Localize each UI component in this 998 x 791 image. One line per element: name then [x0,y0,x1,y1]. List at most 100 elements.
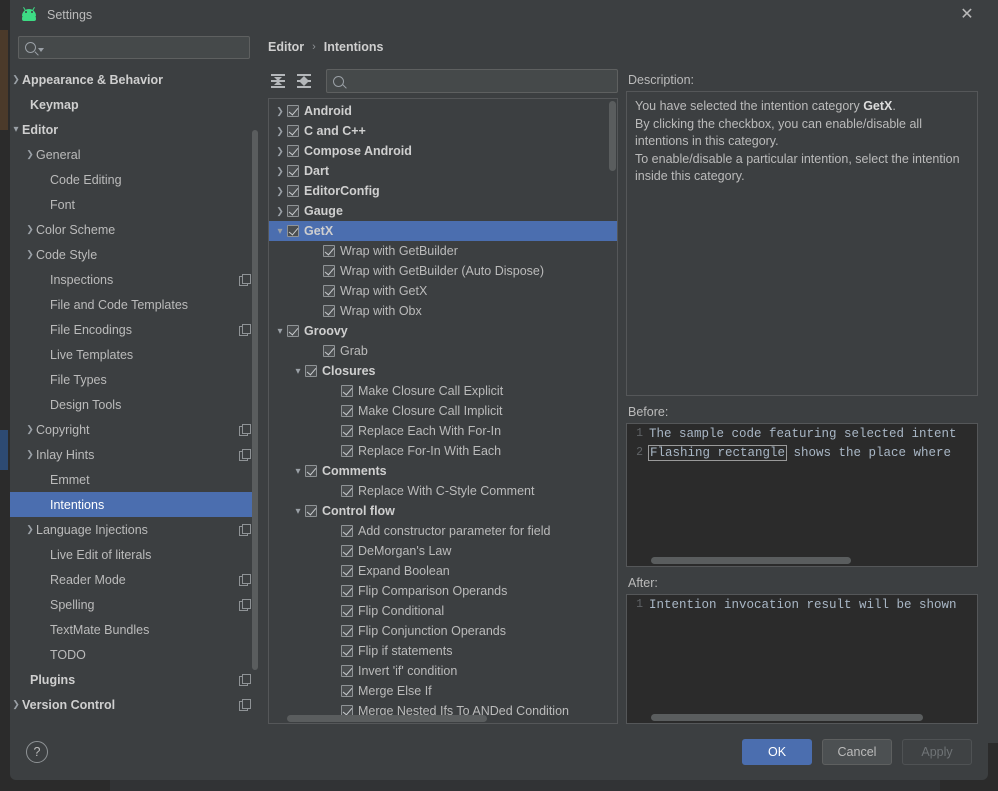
tree-item-add-constructor-parameter-for-field[interactable]: Add constructor parameter for field [269,521,617,541]
intentions-search-field[interactable] [326,69,618,93]
before-code-box[interactable]: 1 The sample code featuring selected int… [626,423,978,567]
sidebar-item-appearance-behavior[interactable]: ❯ Appearance & Behavior [10,67,258,92]
tree-item-flip-if-statements[interactable]: Flip if statements [269,641,617,661]
close-icon[interactable]: ✕ [956,5,978,25]
tree-item-make-closure-call-implicit[interactable]: Make Closure Call Implicit [269,401,617,421]
tree-item-groovy[interactable]: ▾ Groovy [269,321,617,341]
tree-item-flip-conditional[interactable]: Flip Conditional [269,601,617,621]
sidebar-item-language-injections[interactable]: ❯ Language Injections [10,517,258,542]
intentions-search-input[interactable] [350,74,611,88]
sidebar-item-color-scheme[interactable]: ❯ Color Scheme [10,217,258,242]
chevron-right-icon[interactable]: ❯ [24,524,36,535]
tree-item-wrap-with-obx[interactable]: Wrap with Obx [269,301,617,321]
tree-item-wrap-with-getx[interactable]: Wrap with GetX [269,281,617,301]
tree-item-demorgan-s-law[interactable]: DeMorgan's Law [269,541,617,561]
tree-item-checkbox[interactable] [305,465,317,477]
intentions-tree-hscrollbar[interactable] [287,715,487,722]
tree-item-comments[interactable]: ▾ Comments [269,461,617,481]
after-code-hscrollbar[interactable] [651,714,923,721]
tree-item-wrap-with-getbuilder-auto-dispose[interactable]: Wrap with GetBuilder (Auto Dispose) [269,261,617,281]
sidebar-item-file-encodings[interactable]: File Encodings [10,317,258,342]
tree-item-android[interactable]: ❯ Android [269,101,617,121]
tree-item-closures[interactable]: ▾ Closures [269,361,617,381]
sidebar-search-field[interactable] [18,36,250,59]
tree-item-checkbox[interactable] [341,485,353,497]
tree-item-checkbox[interactable] [341,525,353,537]
tree-item-replace-for-in-with-each[interactable]: Replace For-In With Each [269,441,617,461]
chevron-right-icon[interactable]: ❯ [273,166,287,177]
tree-item-replace-with-c-style-comment[interactable]: Replace With C-Style Comment [269,481,617,501]
tree-item-checkbox[interactable] [341,385,353,397]
tree-item-editorconfig[interactable]: ❯ EditorConfig [269,181,617,201]
tree-item-checkbox[interactable] [341,545,353,557]
tree-item-compose-android[interactable]: ❯ Compose Android [269,141,617,161]
tree-item-checkbox[interactable] [287,125,299,137]
sidebar-item-file-types[interactable]: File Types [10,367,258,392]
chevron-right-icon[interactable]: ❯ [273,126,287,137]
tree-item-checkbox[interactable] [287,165,299,177]
tree-item-checkbox[interactable] [305,365,317,377]
sidebar-item-version-control[interactable]: ❯ Version Control [10,692,258,717]
ok-button[interactable]: OK [742,739,812,765]
tree-item-checkbox[interactable] [287,205,299,217]
intentions-tree-vscrollbar[interactable] [609,101,616,171]
tree-item-checkbox[interactable] [341,585,353,597]
chevron-down-icon[interactable]: ▾ [10,124,22,135]
tree-item-checkbox[interactable] [341,625,353,637]
chevron-right-icon[interactable]: ❯ [10,699,22,710]
sidebar-item-spelling[interactable]: Spelling [10,592,258,617]
chevron-right-icon[interactable]: ❯ [273,146,287,157]
sidebar-tree[interactable]: ❯ Appearance & Behavior Keymap ▾ Editor ❯ Gene… [10,65,258,724]
sidebar-item-copyright[interactable]: ❯ Copyright [10,417,258,442]
sidebar-item-intentions[interactable]: Intentions [10,492,258,517]
breadcrumb-root[interactable]: Editor [268,40,304,54]
tree-item-flip-conjunction-operands[interactable]: Flip Conjunction Operands [269,621,617,641]
sidebar-item-live-templates[interactable]: Live Templates [10,342,258,367]
tree-item-checkbox[interactable] [341,445,353,457]
tree-item-make-closure-call-explicit[interactable]: Make Closure Call Explicit [269,381,617,401]
sidebar-scrollbar[interactable] [252,130,258,670]
sidebar-item-emmet[interactable]: Emmet [10,467,258,492]
tree-item-checkbox[interactable] [287,145,299,157]
before-code-hscrollbar[interactable] [651,557,851,564]
sidebar-item-general[interactable]: ❯ General [10,142,258,167]
tree-item-checkbox[interactable] [287,105,299,117]
sidebar-item-reader-mode[interactable]: Reader Mode [10,567,258,592]
sidebar-item-code-style[interactable]: ❯ Code Style [10,242,258,267]
sidebar-item-build-execution-deployment[interactable]: ❯Build, Execution, Deployment [10,717,258,725]
tree-item-c-and-c[interactable]: ❯ C and C++ [269,121,617,141]
sidebar-item-editor[interactable]: ▾ Editor [10,117,258,142]
tree-item-grab[interactable]: Grab [269,341,617,361]
chevron-down-icon[interactable]: ▾ [291,466,305,477]
sidebar-item-inspections[interactable]: Inspections [10,267,258,292]
help-button[interactable]: ? [26,741,48,763]
tree-item-flip-comparison-operands[interactable]: Flip Comparison Operands [269,581,617,601]
tree-item-dart[interactable]: ❯ Dart [269,161,617,181]
tree-item-merge-else-if[interactable]: Merge Else If [269,681,617,701]
tree-item-checkbox[interactable] [323,245,335,257]
sidebar-item-live-edit-of-literals[interactable]: Live Edit of literals [10,542,258,567]
chevron-down-icon[interactable]: ▾ [291,506,305,517]
chevron-right-icon[interactable]: ❯ [24,449,36,460]
sidebar-item-code-editing[interactable]: Code Editing [10,167,258,192]
sidebar-item-keymap[interactable]: Keymap [10,92,258,117]
sidebar-item-plugins[interactable]: Plugins [10,667,258,692]
tree-item-checkbox[interactable] [341,425,353,437]
tree-item-expand-boolean[interactable]: Expand Boolean [269,561,617,581]
chevron-right-icon[interactable]: ❯ [273,186,287,197]
sidebar-item-font[interactable]: Font [10,192,258,217]
intentions-tree[interactable]: ❯ Android ❯ C and C++ ❯ Compose Android ❯ Dart ❯… [269,99,617,723]
sidebar-item-design-tools[interactable]: Design Tools [10,392,258,417]
tree-item-replace-each-with-for-in[interactable]: Replace Each With For-In [269,421,617,441]
chevron-right-icon[interactable]: ❯ [24,224,36,235]
tree-item-checkbox[interactable] [341,665,353,677]
after-code-box[interactable]: 1 Intention invocation result will be sh… [626,594,978,724]
tree-item-checkbox[interactable] [341,565,353,577]
sidebar-item-file-and-code-templates[interactable]: File and Code Templates [10,292,258,317]
tree-item-checkbox[interactable] [341,685,353,697]
tree-item-checkbox[interactable] [323,285,335,297]
tree-item-control-flow[interactable]: ▾ Control flow [269,501,617,521]
tree-item-checkbox[interactable] [341,405,353,417]
chevron-right-icon[interactable]: ❯ [10,74,22,85]
chevron-right-icon[interactable]: ❯ [24,149,36,160]
